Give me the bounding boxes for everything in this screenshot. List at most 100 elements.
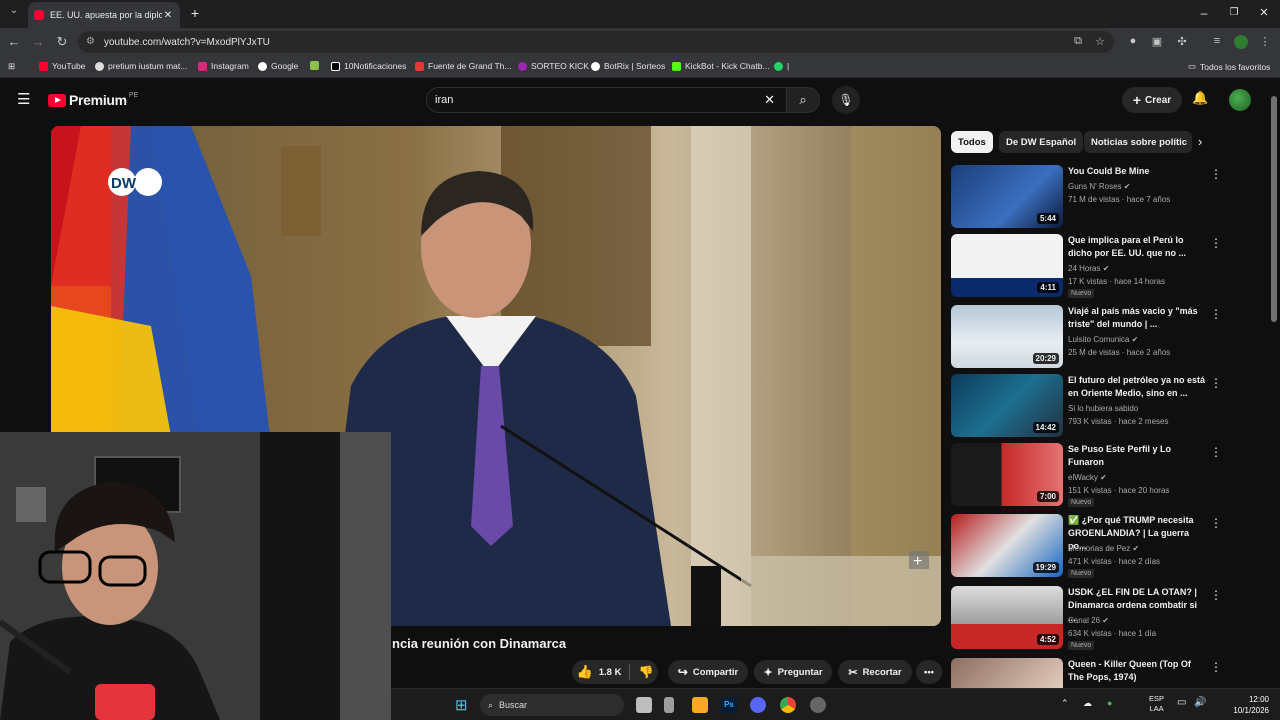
task-view-icon[interactable]	[636, 697, 652, 713]
cloud-icon[interactable]: ☁	[1083, 698, 1092, 709]
recommendation-item[interactable]: 4:11 Que implica para el Perú lo dicho p…	[951, 234, 1251, 300]
chip-dw[interactable]: De DW Español	[999, 131, 1084, 153]
tab-search-icon[interactable]: ⌄	[6, 5, 22, 16]
extension-icon[interactable]: ●	[1126, 35, 1140, 47]
menu-kebab-icon[interactable]: ⋮	[1258, 35, 1272, 48]
forward-icon[interactable]: →	[30, 34, 46, 49]
restore-icon[interactable]: ❐	[1224, 7, 1244, 18]
site-info-icon[interactable]: ⚙	[86, 36, 95, 47]
bookmark-google[interactable]: Google	[258, 61, 298, 71]
reading-list-icon[interactable]: ≡	[1210, 35, 1224, 47]
options-kebab-icon[interactable]: ⋮	[1210, 445, 1222, 459]
recommendation-item[interactable]: 7:00 Se Puso Este Perfil y Lo Funaron el…	[951, 443, 1251, 509]
scrollbar-thumb[interactable]	[1271, 96, 1277, 322]
chip-todos[interactable]: Todos	[951, 131, 993, 153]
thumbnail[interactable]: 19:29	[951, 514, 1063, 577]
thumbnail[interactable]: 20:29	[951, 305, 1063, 368]
recommendation-title[interactable]: Se Puso Este Perfil y Lo Funaron	[1068, 443, 1206, 469]
browser-tab[interactable]: EE. UU. apuesta por la diplomac ✕	[28, 2, 180, 28]
chrome-icon[interactable]	[780, 697, 796, 713]
options-kebab-icon[interactable]: ⋮	[1210, 307, 1222, 321]
recommendation-title[interactable]: Que implica para el Perú lo dicho por EE…	[1068, 234, 1206, 260]
bookmark-sorteo-kick[interactable]: SORTEO KICK	[518, 61, 589, 71]
create-button[interactable]: + Crear	[1122, 87, 1182, 113]
recommendation-title[interactable]: Viajé al país más vacio y "más triste" d…	[1068, 305, 1206, 331]
bookmark-star-icon[interactable]: ☆	[1093, 35, 1107, 48]
close-tab-icon[interactable]: ✕	[162, 10, 174, 21]
channel-name[interactable]: 24 Horas ✔	[1068, 262, 1109, 275]
network-icon[interactable]: ▭	[1177, 697, 1186, 708]
language-indicator[interactable]: ESP LAA	[1149, 694, 1164, 714]
thumbnail[interactable]: 14:42	[951, 374, 1063, 437]
search-input[interactable]: iran ✕	[426, 87, 788, 113]
recommendation-item[interactable]: 4:52 USDK ¿EL FIN DE LA OTAN? | Dinamarc…	[951, 586, 1251, 652]
voice-search-button[interactable]: 🎙	[832, 86, 860, 114]
like-button[interactable]: 👍 1.8 K	[577, 664, 622, 680]
extension-2-icon[interactable]: ▣	[1150, 35, 1164, 48]
address-bar[interactable]: ⚙ youtube.com/watch?v=MxodPlYJxTU	[78, 31, 1114, 53]
tray-app-icon[interactable]: ●	[1107, 698, 1112, 708]
options-kebab-icon[interactable]: ⋮	[1210, 236, 1222, 250]
options-kebab-icon[interactable]: ⋮	[1210, 376, 1222, 390]
recommendation-item[interactable]: Queen - Killer Queen (Top Of The Pops, 1…	[951, 658, 1251, 688]
options-kebab-icon[interactable]: ⋮	[1210, 167, 1222, 181]
windows-start-icon[interactable]: ⊞	[455, 696, 468, 714]
back-icon[interactable]: ←	[6, 34, 22, 49]
discord-icon[interactable]	[750, 697, 766, 713]
recommendation-title[interactable]: You Could Be Mine	[1068, 165, 1206, 178]
chip-noticias[interactable]: Noticias sobre polític	[1084, 131, 1192, 153]
chevron-right-icon[interactable]: ›	[1198, 134, 1202, 149]
thumbnail[interactable]: 4:11	[951, 234, 1063, 297]
search-button[interactable]: ⌕	[786, 87, 820, 113]
bookmark-kickbot[interactable]: KickBot - Kick Chatb...	[672, 61, 770, 71]
options-kebab-icon[interactable]: ⋮	[1210, 516, 1222, 530]
bookmark-colorful[interactable]	[310, 61, 323, 70]
install-app-icon[interactable]: ⧉	[1071, 35, 1085, 48]
show-hidden-icons-icon[interactable]: ⌃	[1061, 698, 1069, 709]
minimize-icon[interactable]: –	[1194, 6, 1214, 20]
close-window-icon[interactable]: ✕	[1254, 6, 1274, 19]
file-explorer-icon[interactable]	[692, 697, 708, 713]
app-icon[interactable]	[664, 697, 674, 713]
clip-button[interactable]: ✂ Recortar	[838, 660, 912, 684]
apps-grid-icon[interactable]: ⊞	[8, 61, 15, 72]
channel-name[interactable]: Guns N' Roses ✔	[1068, 180, 1130, 193]
clear-search-icon[interactable]: ✕	[764, 92, 775, 108]
thumbnail[interactable]	[951, 658, 1063, 688]
photoshop-icon[interactable]: Ps	[721, 697, 737, 713]
volume-icon[interactable]: 🔊	[1194, 697, 1206, 708]
hamburger-menu-icon[interactable]: ☰	[17, 90, 30, 108]
bookmark-10notificaciones[interactable]: 10Notificaciones	[331, 61, 406, 71]
bookmark-fuente[interactable]: Fuente de Grand Th...	[415, 61, 511, 71]
channel-name[interactable]: Canal 26 ✔	[1068, 614, 1109, 627]
recommendation-title[interactable]: El futuro del petróleo ya no está en Ori…	[1068, 374, 1206, 400]
recommendation-title[interactable]: Queen - Killer Queen (Top Of The Pops, 1…	[1068, 658, 1206, 684]
channel-name[interactable]: elWacky ✔	[1068, 471, 1107, 484]
bookmark-whatsapp[interactable]: |	[774, 61, 789, 71]
share-button[interactable]: ↪ Compartir	[668, 660, 748, 684]
reload-icon[interactable]: ↻	[54, 34, 70, 50]
recommendation-item[interactable]: 20:29 Viajé al país más vacio y "más tri…	[951, 305, 1251, 371]
options-kebab-icon[interactable]: ⋮	[1210, 588, 1222, 602]
account-avatar[interactable]	[1229, 89, 1251, 111]
options-kebab-icon[interactable]: ⋮	[1210, 660, 1222, 674]
youtube-logo[interactable]: Premium PE	[48, 92, 138, 108]
channel-name[interactable]: Si lo hubiera sabido	[1068, 402, 1138, 415]
bookmark-youtube[interactable]: YouTube	[39, 61, 85, 71]
bookmark-pretium[interactable]: pretium iustum mat...	[95, 61, 187, 71]
extensions-puzzle-icon[interactable]: ✣	[1175, 35, 1189, 48]
more-actions-button[interactable]: •••	[916, 660, 942, 684]
bookmark-botrix[interactable]: BotRix | Sorteos	[591, 61, 665, 71]
add-to-queue-icon[interactable]: +	[913, 553, 922, 570]
ask-button[interactable]: ✦ Preguntar	[754, 660, 832, 684]
channel-name[interactable]: Memorias de Pez ✔	[1068, 542, 1139, 555]
thumbnail[interactable]: 7:00	[951, 443, 1063, 506]
recommendation-item[interactable]: 5:44 You Could Be Mine Guns N' Roses ✔ 7…	[951, 165, 1251, 231]
thumbnail[interactable]: 5:44	[951, 165, 1063, 228]
new-tab-icon[interactable]: +	[185, 5, 205, 21]
taskbar-search[interactable]: ⌕ Buscar	[480, 694, 624, 716]
clock[interactable]: 12:00 10/1/2026	[1229, 694, 1269, 716]
profile-avatar[interactable]	[1234, 35, 1248, 49]
thumbnail[interactable]: 4:52	[951, 586, 1063, 649]
dislike-button[interactable]: 👎	[638, 665, 653, 679]
